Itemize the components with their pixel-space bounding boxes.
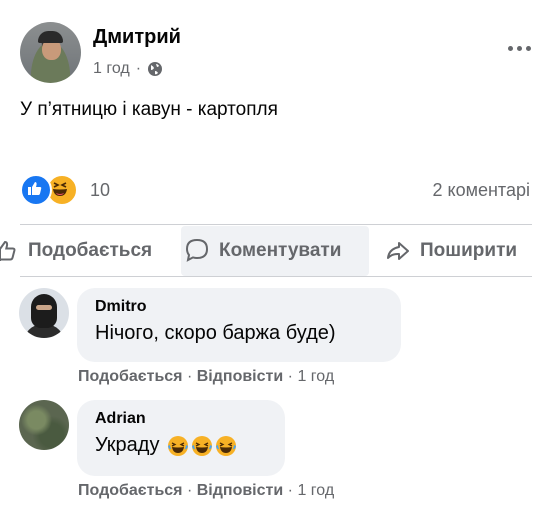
divider: [20, 276, 532, 277]
reactions-summary[interactable]: 10: [20, 174, 110, 206]
thumbs-up-icon: [0, 240, 16, 261]
author-name[interactable]: Дмитрий: [93, 26, 181, 49]
laughing-crying-emoji-icon: [168, 435, 189, 456]
laughing-crying-emoji-icon: [216, 435, 237, 456]
meta-separator: ·: [135, 60, 142, 77]
comment-reply-link[interactable]: Відповісти: [197, 482, 283, 499]
avatar-cap: [38, 31, 63, 43]
more-dot-icon: [507, 45, 513, 51]
laughing-crying-emoji-icon: [192, 435, 213, 456]
share-button[interactable]: Поширити: [384, 226, 517, 276]
action-bar: Подобається Коментувати Поширити: [0, 226, 552, 276]
post-time[interactable]: 1 год: [93, 60, 130, 78]
commenter-avatar[interactable]: [19, 400, 69, 450]
comment-like-link[interactable]: Подобається: [78, 368, 183, 385]
share-label: Поширити: [420, 240, 518, 261]
comment-text: Нічого, скоро баржа буде): [95, 322, 336, 344]
share-icon: [387, 242, 409, 260]
post-header: Дмитрий 1 год ·: [20, 22, 540, 86]
globe-icon: [148, 62, 163, 76]
post-meta: 1 год ·: [93, 60, 163, 78]
comment-actions: Подобається · Відповісти · 1 год: [78, 482, 334, 500]
comments-count[interactable]: 2 коментарі: [433, 180, 531, 201]
comment-button[interactable]: Коментувати: [181, 226, 369, 276]
more-dot-icon: [516, 45, 522, 51]
separator: ·: [186, 482, 193, 499]
like-button[interactable]: Подобається: [0, 226, 152, 276]
commenter-name[interactable]: Adrian: [95, 410, 267, 428]
post-text: У п’ятницю і кавун - картопля: [20, 99, 278, 120]
comment-time[interactable]: 1 год: [297, 368, 334, 385]
comment-reply-link[interactable]: Відповісти: [197, 368, 283, 385]
separator: ·: [186, 368, 193, 385]
separator: ·: [287, 482, 293, 499]
comment-like-link[interactable]: Подобається: [78, 482, 183, 499]
like-icon: [20, 174, 52, 206]
more-options-button[interactable]: [502, 36, 536, 60]
comment-bubble: Dmitro Нічого, скоро баржа буде): [77, 288, 401, 362]
author-avatar[interactable]: [20, 22, 81, 83]
more-dot-icon: [525, 45, 531, 51]
like-label: Подобається: [28, 240, 153, 261]
separator: ·: [287, 368, 293, 385]
comment-text-label: Украду: [95, 434, 160, 456]
comment-bubble: Adrian Украду: [77, 400, 285, 476]
comment-label: Коментувати: [219, 240, 342, 261]
reaction-count: 10: [90, 179, 111, 200]
comment-actions: Подобається · Відповісти · 1 год: [78, 368, 334, 386]
avatar-head: [31, 294, 57, 328]
divider: [20, 224, 532, 225]
commenter-name[interactable]: Dmitro: [95, 298, 383, 316]
commenter-avatar[interactable]: [19, 288, 69, 338]
comment-icon: [185, 238, 209, 262]
comment-text: Украду: [95, 434, 267, 457]
avatar-eyes: [36, 305, 52, 310]
comment-time[interactable]: 1 год: [297, 482, 334, 499]
